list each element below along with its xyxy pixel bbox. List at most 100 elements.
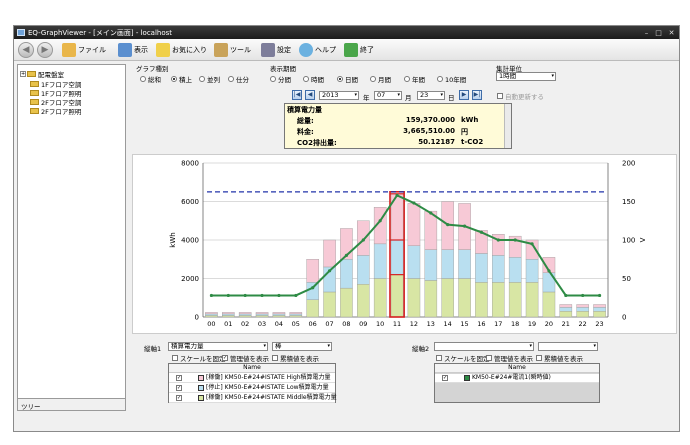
tools-button[interactable]: ツール	[214, 42, 251, 58]
radio-minutes[interactable]: 分間	[270, 74, 291, 84]
bar-segment	[458, 249, 471, 279]
summary-header: 積算電力量	[287, 106, 322, 114]
window-title: EQ-GraphViewer - [メイン画面] - localhost	[28, 29, 173, 37]
bar-segment	[576, 311, 589, 318]
radio-dot	[270, 76, 276, 82]
y-right-tick-label: 100	[622, 237, 635, 245]
auto-update-checkbox[interactable]: 自動更新する	[497, 91, 544, 101]
next-date-button[interactable]: ▶	[459, 90, 469, 100]
checkbox-box	[497, 93, 503, 99]
legend-checkbox[interactable]: ✓	[176, 395, 182, 401]
axis2-label: 縦軸2	[412, 345, 430, 353]
unit-select[interactable]: 1時間 ▾	[496, 72, 556, 81]
x-tick-label: 10	[376, 320, 384, 328]
favorites-button[interactable]: お気に入り	[156, 42, 207, 58]
legend-checkbox[interactable]: ✓	[176, 375, 182, 381]
radio-months[interactable]: 月間	[370, 74, 391, 84]
bar-segment	[238, 315, 252, 318]
bar-segment	[357, 220, 370, 256]
axis1-show-cum-checkbox[interactable]: 累積値を表示	[272, 353, 319, 363]
line-point	[260, 293, 264, 298]
radio-dot	[228, 76, 234, 82]
gear-icon	[261, 43, 275, 57]
bar-segment	[492, 282, 505, 318]
x-tick-label: 17	[494, 320, 502, 328]
minimize-button[interactable]: –	[642, 29, 651, 37]
bar-segment	[559, 311, 573, 318]
tree-item[interactable]: 2Fフロア照明	[30, 106, 81, 116]
legend-row[interactable]: ✓ [稼働] KM50-E#24#ISTATE Middle積算電力量	[169, 394, 337, 403]
forward-button[interactable]: ▶	[37, 42, 53, 58]
legend-checkbox[interactable]: ✓	[176, 385, 182, 391]
last-date-button[interactable]: ▶|	[472, 90, 482, 100]
legend-row[interactable]: ✓ KM50-E#24#電流1(瞬時値)	[435, 374, 599, 383]
first-date-button[interactable]: |◀	[292, 90, 302, 100]
day-select[interactable]: 23 ▾	[417, 91, 445, 100]
summary-unit-cost: 円	[461, 128, 468, 136]
bar-segment	[205, 315, 218, 318]
bar-segment	[205, 312, 218, 315]
radio-stacked[interactable]: 積上	[171, 74, 192, 84]
axis2-style-select[interactable]: ▾	[538, 342, 598, 351]
axis1-style-select[interactable]: 棒 ▾	[272, 342, 332, 351]
radio-decade[interactable]: 10年間	[437, 74, 466, 84]
axis1-fix-scale-checkbox[interactable]: スケールを固定	[172, 353, 226, 363]
bar-segment	[289, 313, 303, 316]
line-point	[311, 286, 315, 290]
axis2-show-cum-checkbox[interactable]: 累積値を表示	[536, 353, 583, 363]
summary-scrollbar[interactable]	[504, 104, 511, 148]
x-tick-label: 19	[528, 320, 536, 328]
line-point	[277, 293, 281, 298]
settings-button[interactable]: 設定	[261, 42, 291, 58]
axis2-show-mgmt-checkbox[interactable]: 管理値を表示	[486, 353, 533, 363]
prev-date-button[interactable]: ◀	[305, 90, 315, 100]
legend-row[interactable]: ✓ [稼働] KM50-E#24#ISTATE High積算電力量	[169, 374, 335, 383]
axis1-item-select[interactable]: 積算電力量 ▾	[168, 342, 268, 351]
radio-days[interactable]: 日間	[337, 74, 358, 84]
legend-row[interactable]: ✓ [停止] KM50-E#24#ISTATE Low積算電力量	[169, 384, 335, 393]
radio-breakdown[interactable]: 仕分	[228, 74, 249, 84]
radio-hours[interactable]: 時間	[303, 74, 324, 84]
summary-value-cost: 3,665,510.00	[403, 127, 455, 135]
bar-segment	[407, 278, 421, 318]
axis1-show-mgmt-checkbox[interactable]: ✓ 管理値を表示	[222, 353, 269, 363]
y-left-tick-label: 0	[195, 314, 199, 322]
bar-segment	[306, 282, 319, 300]
tree-tab[interactable]: ツリー	[17, 399, 126, 411]
folder-icon	[30, 99, 39, 105]
axis2-fix-scale-checkbox[interactable]: スケールを固定	[436, 353, 490, 363]
bar-segment	[390, 274, 404, 318]
line-point	[479, 230, 484, 234]
checkbox-box	[436, 355, 442, 361]
legend-checkbox[interactable]: ✓	[442, 375, 448, 381]
bar-segment	[593, 307, 606, 312]
x-tick-label: 12	[410, 320, 418, 328]
bar-segment	[424, 249, 438, 281]
bar-segment	[593, 304, 606, 308]
exit-button[interactable]: 終了	[344, 42, 374, 58]
legend-swatch	[198, 385, 204, 391]
tree-item-root[interactable]: + 配電盤室	[20, 69, 64, 79]
radio-parallel[interactable]: 並列	[199, 74, 220, 84]
radio-total[interactable]: 総和	[140, 74, 161, 84]
file-button[interactable]: ファイル	[62, 42, 106, 58]
back-button[interactable]: ◀	[18, 42, 34, 58]
bar-segment	[306, 299, 319, 318]
view-button[interactable]: 表示	[118, 42, 148, 58]
month-select[interactable]: 07 ▾	[374, 91, 402, 100]
x-tick-label: 13	[427, 320, 435, 328]
bar-segment	[323, 239, 336, 268]
help-button[interactable]: ヘルプ	[299, 42, 336, 58]
device-tree: + 配電盤室 1Fフロア空調 1Fフロア照明 2Fフロア空調 2Fフロア照明	[17, 64, 126, 399]
year-select[interactable]: 2013 ▾	[319, 91, 359, 100]
wrench-icon	[214, 43, 228, 57]
radio-years[interactable]: 年間	[404, 74, 425, 84]
expand-icon[interactable]: +	[20, 71, 26, 77]
radio-dot	[171, 76, 177, 82]
close-button[interactable]: ✕	[667, 29, 676, 37]
axis2-item-select[interactable]: ▾	[434, 342, 534, 351]
summary-label-cost: 料金:	[297, 128, 314, 136]
maximize-button[interactable]: □	[654, 29, 663, 37]
checkbox-box	[486, 355, 492, 361]
summary-unit-total: kWh	[461, 116, 479, 124]
